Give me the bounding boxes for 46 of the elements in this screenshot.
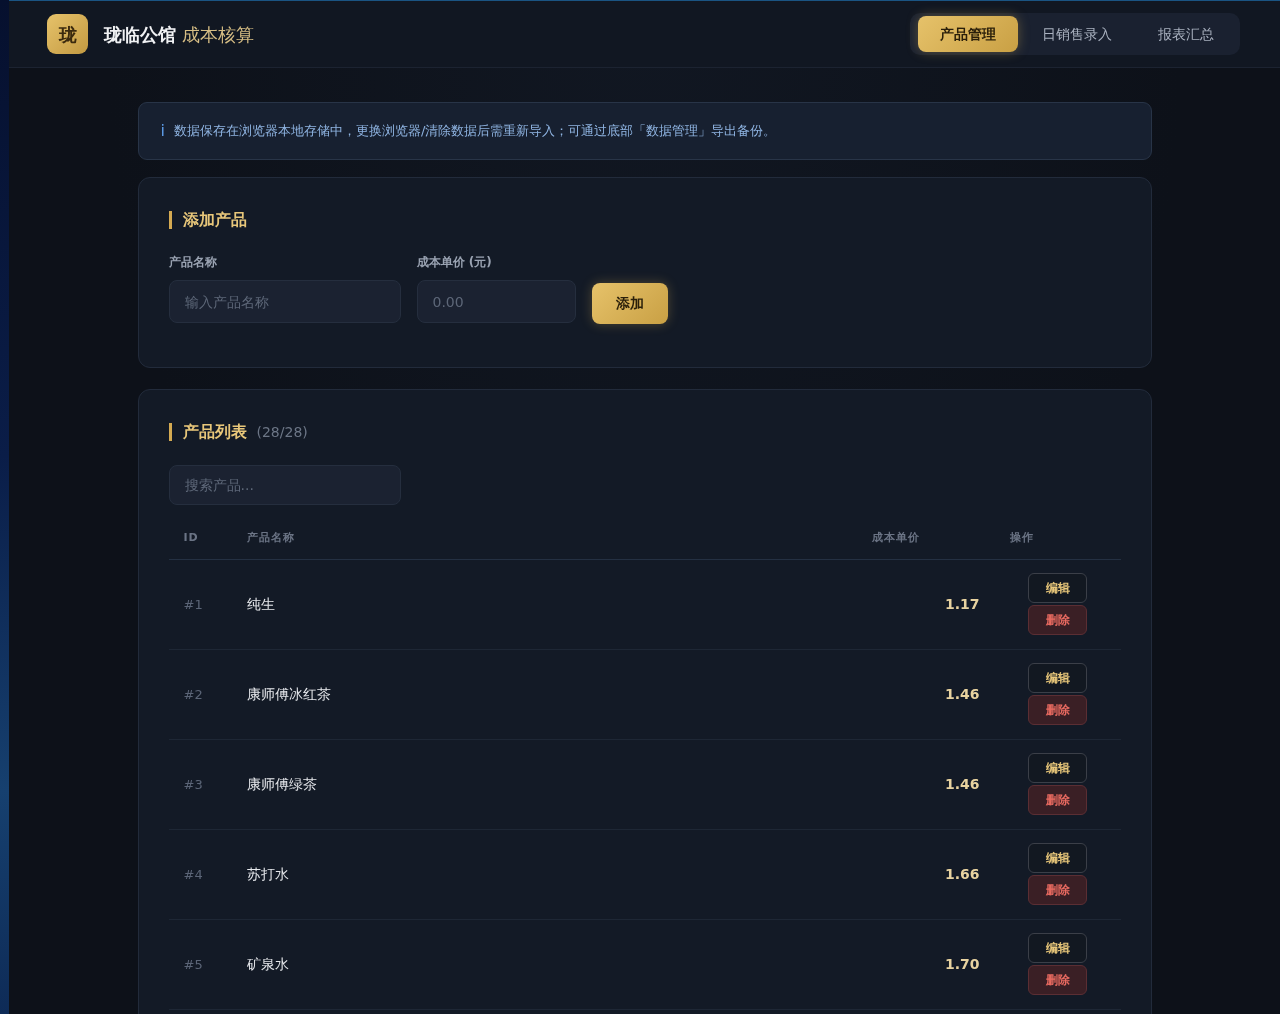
product-id: #1: [183, 597, 203, 612]
edit-button[interactable]: 编辑: [1028, 753, 1087, 783]
product-id: #5: [183, 957, 203, 972]
nav-tab[interactable]: 产品管理: [918, 16, 1018, 52]
info-icon: i: [160, 119, 165, 143]
section-title: 产品列表: [168, 423, 247, 441]
unit-cost-field[interactable]: 0.00: [416, 280, 576, 323]
unit-cost: 1.66: [944, 866, 980, 882]
product-id: #3: [183, 777, 203, 792]
field-label: 成本单价 (元): [416, 254, 493, 271]
item-count: (28/28): [256, 422, 308, 442]
product-name-field[interactable]: 输入产品名称: [168, 280, 401, 323]
delete-button[interactable]: 删除: [1028, 785, 1087, 815]
column-header: 成本单价: [871, 531, 920, 544]
delete-button[interactable]: 删除: [1028, 965, 1087, 995]
notice-text: 数据保存在浏览器本地存储中，更换浏览器/清除数据后需重新导入；可通过底部「数据管理」导出备份。: [173, 122, 777, 141]
product-name: 苏打水: [246, 866, 289, 882]
app-subtitle: 成本核算: [182, 22, 254, 47]
product-name: 纯生: [246, 596, 275, 612]
edit-button[interactable]: 编辑: [1028, 663, 1087, 693]
add-button[interactable]: 添加: [591, 283, 668, 324]
unit-cost: 1.46: [944, 776, 980, 792]
delete-button[interactable]: 删除: [1028, 875, 1087, 905]
delete-button[interactable]: 删除: [1028, 695, 1087, 725]
section-title: 添加产品: [168, 211, 247, 229]
edit-button[interactable]: 编辑: [1028, 573, 1087, 603]
search-field[interactable]: 搜索产品...: [168, 465, 401, 505]
product-name: 矿泉水: [246, 956, 289, 972]
app-title: 珑临公馆: [104, 22, 176, 47]
nav-tab[interactable]: 日销售录入: [1020, 16, 1134, 52]
edit-button[interactable]: 编辑: [1028, 843, 1087, 873]
product-name: 康师傅冰红茶: [246, 686, 331, 702]
column-header: ID: [183, 531, 199, 544]
column-header: 操作: [1009, 531, 1034, 544]
unit-cost: 1.70: [944, 956, 980, 972]
unit-cost: 1.17: [944, 596, 980, 612]
edit-button[interactable]: 编辑: [1028, 933, 1087, 963]
delete-button[interactable]: 删除: [1028, 605, 1087, 635]
product-id: #4: [183, 867, 203, 882]
product-id: #2: [183, 687, 203, 702]
field-label: 产品名称: [168, 254, 218, 271]
logo-tile: 珑: [47, 14, 88, 54]
column-header: 产品名称: [246, 531, 295, 544]
unit-cost: 1.46: [944, 686, 980, 702]
nav-tab[interactable]: 报表汇总: [1136, 16, 1236, 52]
product-name: 康师傅绿茶: [246, 776, 317, 792]
